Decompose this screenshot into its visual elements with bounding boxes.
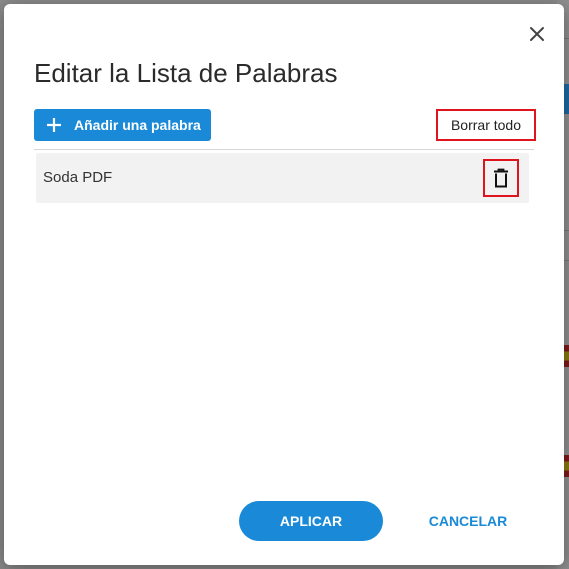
delete-word-button[interactable]: [483, 159, 519, 197]
cancel-button[interactable]: CANCELAR: [422, 501, 514, 541]
add-word-label: Añadir una palabra: [74, 117, 201, 133]
list-divider: [34, 149, 534, 150]
dialog-title: Editar la Lista de Palabras: [34, 58, 338, 88]
close-icon: [530, 27, 544, 41]
edit-word-list-dialog: Editar la Lista de Palabras Añadir una p…: [4, 4, 564, 565]
clear-all-button[interactable]: Borrar todo: [436, 109, 536, 141]
list-item: Soda PDF: [36, 153, 529, 203]
trash-icon: [494, 168, 508, 188]
apply-button[interactable]: APLICAR: [239, 501, 383, 541]
add-word-button[interactable]: Añadir una palabra: [34, 109, 211, 141]
close-button[interactable]: [525, 22, 549, 46]
word-text: Soda PDF: [43, 169, 113, 186]
plus-icon: [47, 118, 61, 132]
